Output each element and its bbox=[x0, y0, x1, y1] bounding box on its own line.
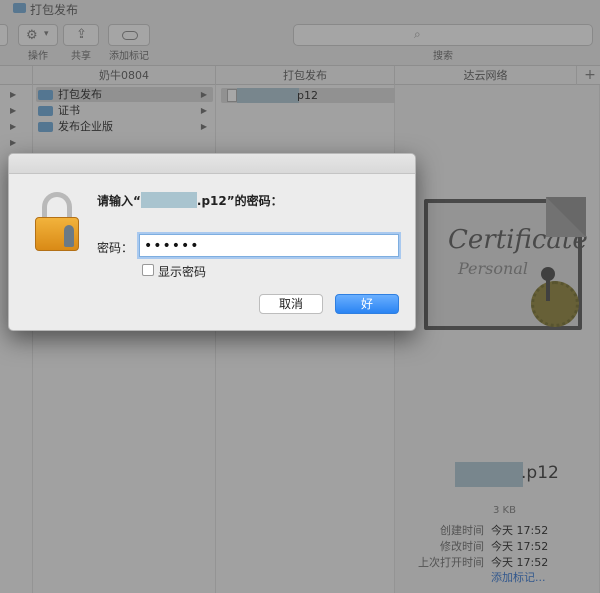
password-field[interactable] bbox=[139, 234, 399, 257]
redacted-filename bbox=[140, 192, 197, 208]
dialog-header bbox=[9, 154, 415, 174]
prompt-after: .p12”的密码： bbox=[196, 194, 283, 208]
ok-button[interactable]: 好 bbox=[335, 294, 399, 314]
checkbox-box[interactable] bbox=[142, 264, 154, 276]
show-password-label: 显示密码 bbox=[158, 265, 207, 279]
prompt-before: 请输入“ bbox=[97, 194, 141, 208]
cancel-button[interactable]: 取消 bbox=[259, 294, 323, 314]
keys-icon bbox=[64, 225, 74, 247]
dialog-prompt: 请输入“ .p12”的密码： bbox=[97, 192, 283, 209]
password-label: 密码： bbox=[97, 241, 134, 255]
password-dialog: 请输入“ .p12”的密码： 密码： 显示密码 取消 好 bbox=[8, 153, 416, 331]
show-password-checkbox[interactable]: 显示密码 bbox=[142, 263, 262, 279]
lock-icon bbox=[34, 192, 80, 252]
